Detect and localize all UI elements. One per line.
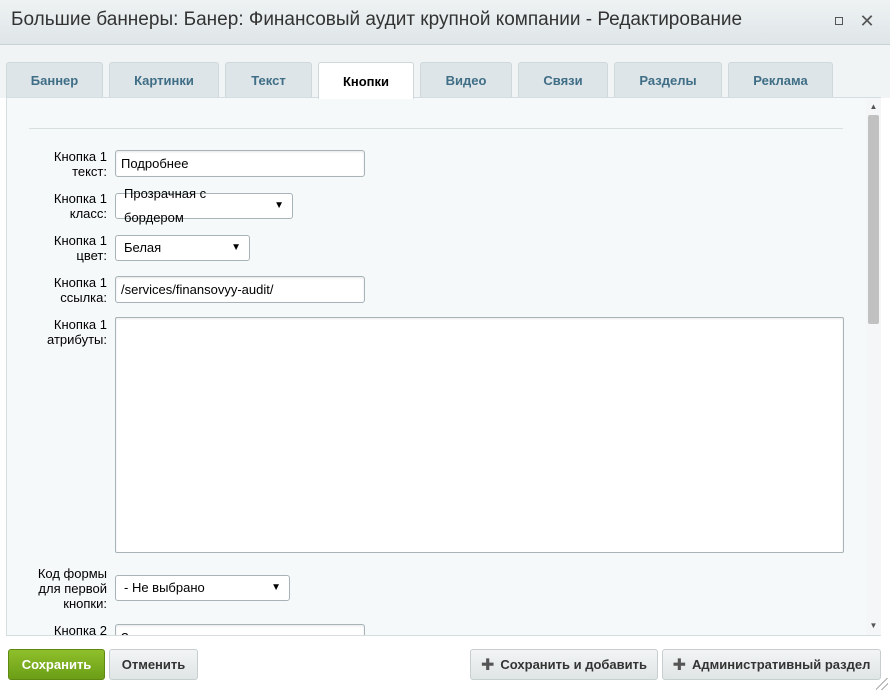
button1-attrs-textarea[interactable] <box>115 317 844 553</box>
form-code-select[interactable]: - Не выбрано ▼ <box>115 575 290 601</box>
form-code-label: Код формы для первой кнопки: <box>37 566 107 611</box>
button1-class-label: Кнопка 1 класс: <box>53 191 107 221</box>
tab-video[interactable]: Видео <box>420 62 512 98</box>
admin-section-label: Административный раздел <box>692 657 871 672</box>
panel-scrollbar[interactable]: ▲ ▼ <box>866 98 881 635</box>
close-icon[interactable]: ✕ <box>857 11 877 31</box>
button1-link-input[interactable]: /services/finansovyy-audit/ <box>115 276 365 303</box>
window-titlebar: Большие баннеры: Банер: Финансовый аудит… <box>0 0 890 45</box>
scroll-up-icon[interactable]: ▲ <box>866 100 881 114</box>
save-and-add-label: Сохранить и добавить <box>500 657 648 672</box>
tab-links[interactable]: Связи <box>518 62 608 98</box>
form-code-value: - Не выбрано <box>124 580 205 595</box>
scroll-down-icon[interactable]: ▼ <box>866 619 881 633</box>
tab-text[interactable]: Текст <box>225 62 312 98</box>
form-panel: Кнопка 1 текст: Подробнее Кнопка 1 класс… <box>6 97 881 636</box>
button2-text-input[interactable]: З <box>115 624 365 635</box>
tab-images[interactable]: Картинки <box>109 62 219 98</box>
maximize-icon[interactable] <box>829 11 849 31</box>
plus-icon: ✚ <box>672 656 687 674</box>
cancel-button[interactable]: Отменить <box>109 649 198 680</box>
button1-color-label: Кнопка 1 цвет: <box>53 233 107 263</box>
save-and-add-button[interactable]: ✚ Сохранить и добавить <box>470 649 658 680</box>
divider <box>29 128 843 129</box>
button1-text-input[interactable]: Подробнее <box>115 150 365 177</box>
tab-sections[interactable]: Разделы <box>614 62 722 98</box>
chevron-down-icon: ▼ <box>274 200 284 211</box>
resize-grip-icon[interactable] <box>876 678 888 690</box>
button1-attrs-label: Кнопка 1 атрибуты: <box>47 317 107 347</box>
tab-buttons[interactable]: Кнопки <box>318 62 414 99</box>
button1-color-select[interactable]: Белая ▼ <box>115 235 250 261</box>
window-title: Большие баннеры: Банер: Финансовый аудит… <box>11 9 743 30</box>
button1-link-label: Кнопка 1 ссылка: <box>53 275 107 305</box>
button1-class-value: Прозрачная с бордером <box>124 186 207 225</box>
chevron-down-icon: ▼ <box>271 582 281 593</box>
button1-class-select[interactable]: Прозрачная с бордером ▼ <box>115 186 293 225</box>
scrollbar-thumb[interactable] <box>868 115 879 324</box>
button1-color-value: Белая <box>124 240 162 255</box>
tab-advertising[interactable]: Реклама <box>728 62 833 98</box>
tab-bar: Баннер Картинки Текст Кнопки Видео Связи… <box>0 45 890 99</box>
admin-section-button[interactable]: ✚ Административный раздел <box>662 649 881 680</box>
plus-icon: ✚ <box>480 656 495 674</box>
chevron-down-icon: ▼ <box>231 242 241 253</box>
button1-text-label: Кнопка 1 текст: <box>53 149 107 179</box>
footer-bar: Сохранить Отменить ✚ Сохранить и добавит… <box>0 636 890 692</box>
save-button[interactable]: Сохранить <box>8 649 105 680</box>
button2-text-label: Кнопка 2 <box>53 623 107 636</box>
tab-banner[interactable]: Баннер <box>6 62 103 98</box>
